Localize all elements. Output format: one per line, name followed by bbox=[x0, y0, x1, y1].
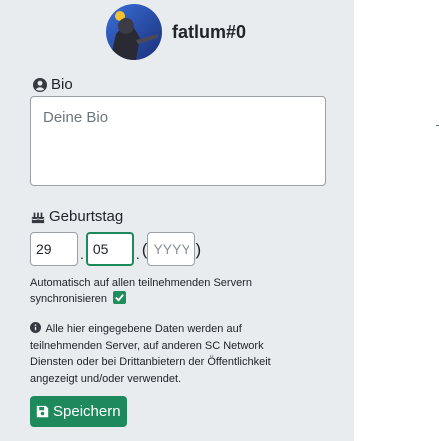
notice-text: Alle hier eingegebene Daten werden auf t… bbox=[30, 323, 271, 385]
month-input[interactable] bbox=[85, 232, 134, 266]
info-icon bbox=[30, 322, 41, 333]
username: fatlum#0 bbox=[172, 21, 247, 42]
profile-panel: fatlum#0 Bio Geburtstag . . ( ) Automati… bbox=[0, 0, 354, 441]
birthday-inputs: . . ( ) bbox=[30, 232, 201, 266]
floppy-disk-icon bbox=[36, 405, 49, 418]
bio-label-text: Bio bbox=[51, 76, 73, 93]
day-input[interactable] bbox=[30, 232, 78, 266]
sync-checkbox[interactable] bbox=[113, 291, 127, 304]
birthday-label-text: Geburtstag bbox=[49, 208, 124, 225]
user-circle-icon bbox=[33, 77, 47, 92]
check-icon bbox=[115, 294, 124, 302]
avatar bbox=[106, 4, 162, 60]
bio-textarea[interactable] bbox=[30, 96, 326, 186]
cake-icon bbox=[31, 212, 45, 223]
save-button-label: Speichern bbox=[53, 403, 121, 420]
bio-label: Bio bbox=[33, 76, 73, 93]
save-button[interactable]: Speichern bbox=[30, 396, 127, 427]
sync-option: Automatisch auf allen teilnehmenden Serv… bbox=[30, 275, 290, 307]
date-separator: . bbox=[135, 246, 140, 262]
year-input[interactable] bbox=[147, 232, 196, 266]
privacy-notice: Alle hier eingegebene Daten werden auf t… bbox=[30, 321, 310, 387]
profile-header: fatlum#0 bbox=[106, 4, 246, 60]
paren-close: ) bbox=[195, 240, 202, 259]
birthday-label: Geburtstag bbox=[31, 208, 123, 225]
sync-text: Automatisch auf allen teilnehmenden Serv… bbox=[30, 277, 252, 305]
date-separator: . bbox=[80, 246, 84, 262]
